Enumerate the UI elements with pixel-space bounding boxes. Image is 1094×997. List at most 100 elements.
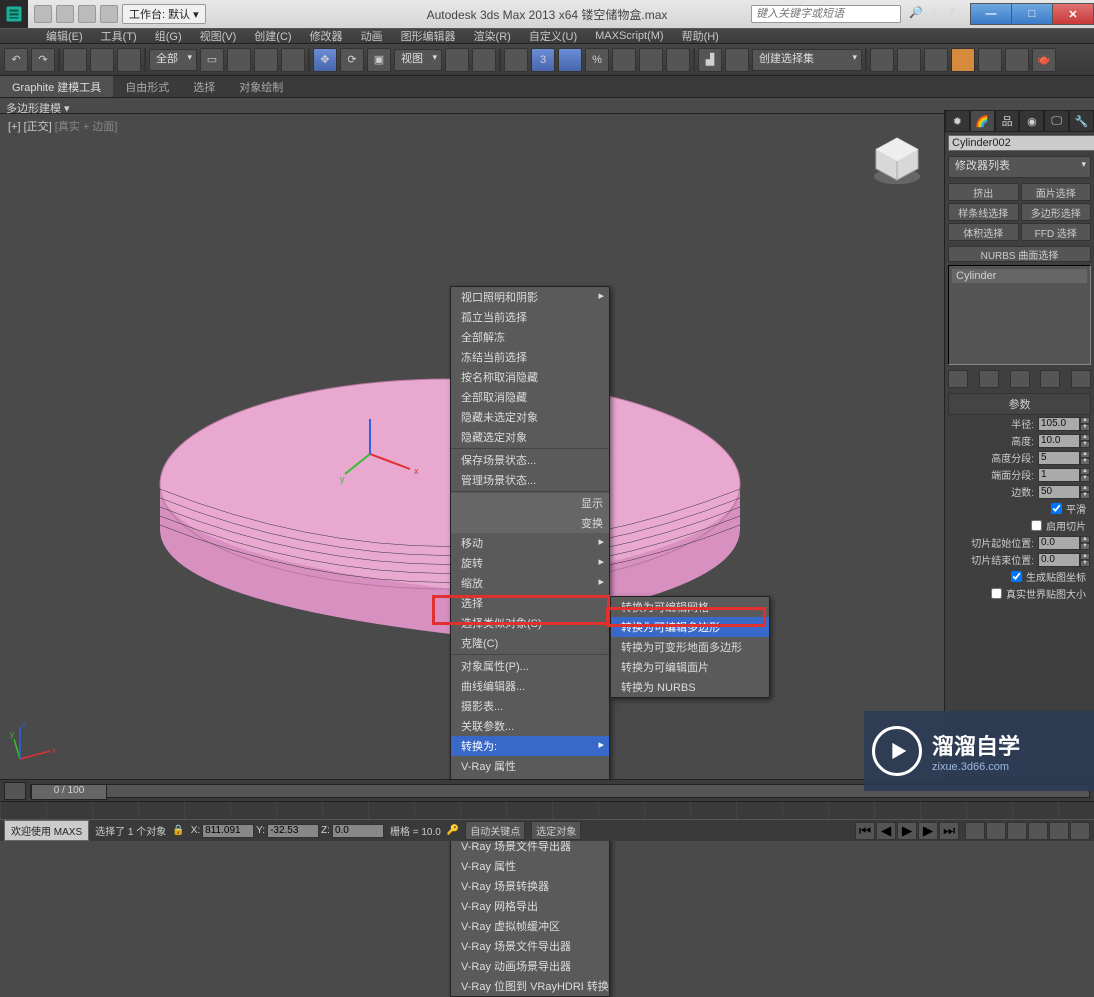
param-checkbox[interactable]: [1031, 520, 1042, 531]
fov-icon[interactable]: [1028, 822, 1048, 840]
modify-tab-icon[interactable]: 🌈: [970, 110, 995, 132]
menu-item[interactable]: 组(G): [149, 28, 188, 44]
params-rollout-header[interactable]: 参数: [948, 393, 1091, 415]
qat-btn[interactable]: [34, 5, 52, 23]
track-bar[interactable]: [0, 801, 1094, 819]
comm-icon[interactable]: ☆: [929, 6, 945, 22]
menu-item[interactable]: 保存场景状态...: [451, 450, 609, 470]
schematic-icon[interactable]: [924, 48, 948, 72]
menu-item[interactable]: V-Ray 动画场景导出器: [451, 956, 609, 976]
ribbon-tab[interactable]: 自由形式: [113, 76, 181, 97]
param-input[interactable]: [1038, 485, 1080, 499]
auto-key-button[interactable]: 自动关键点: [465, 821, 525, 840]
param-checkbox[interactable]: [1051, 503, 1062, 514]
named-sel-icon[interactable]: [666, 48, 690, 72]
select-region-icon[interactable]: [254, 48, 278, 72]
viewport-label[interactable]: [+] [正交] [真实 + 边面]: [8, 118, 117, 134]
ribbon-tab[interactable]: 对象绘制: [227, 76, 295, 97]
selected-dropdown[interactable]: 选定对象: [531, 821, 581, 840]
menubar[interactable]: 编辑(E)工具(T)组(G)视图(V)创建(C)修改器动画图形编辑器渲染(R)自…: [0, 28, 1094, 44]
ribbon-tab[interactable]: Graphite 建模工具: [0, 76, 113, 97]
quad-menu[interactable]: 视口照明和阴影孤立当前选择全部解冻冻结当前选择按名称取消隐藏全部取消隐藏隐藏未选…: [450, 286, 610, 997]
app-menu-icon[interactable]: [0, 0, 28, 28]
menu-item[interactable]: 按名称取消隐藏: [451, 367, 609, 387]
menu-item[interactable]: 全部取消隐藏: [451, 387, 609, 407]
menu-item[interactable]: 旋转: [451, 553, 609, 573]
ribbon-panel[interactable]: 多边形建模 ▾: [0, 98, 1094, 114]
modifier-preset-button[interactable]: 样条线选择: [948, 203, 1019, 221]
coord-z-input[interactable]: [332, 824, 384, 838]
align-icon[interactable]: [725, 48, 749, 72]
modifier-stack[interactable]: Cylinder: [948, 265, 1091, 365]
angle-snap-icon[interactable]: [558, 48, 582, 72]
redo-icon[interactable]: ↷: [31, 48, 55, 72]
maximize-viewport-icon[interactable]: [1070, 822, 1090, 840]
lock-selection-icon[interactable]: 🔒: [172, 825, 184, 836]
menu-item[interactable]: 曲线编辑器...: [451, 676, 609, 696]
menu-item[interactable]: 对象属性(P)...: [451, 656, 609, 676]
render-setup-icon[interactable]: [978, 48, 1002, 72]
named-selection-dropdown[interactable]: 创建选择集: [752, 49, 862, 71]
menu-item[interactable]: 缩放: [451, 573, 609, 593]
curve-editor-icon[interactable]: [897, 48, 921, 72]
menu-item[interactable]: V-Ray 属性: [451, 756, 609, 776]
menu-item[interactable]: V-Ray 位图到 VRayHDRI 转换: [451, 976, 609, 996]
menu-item[interactable]: 图形编辑器: [395, 28, 462, 44]
submenu-item[interactable]: 转换为可编辑网格: [611, 597, 769, 617]
menu-item[interactable]: V-Ray 属性: [451, 856, 609, 876]
search-input[interactable]: [751, 5, 901, 23]
menu-item[interactable]: 摄影表...: [451, 696, 609, 716]
workspace-selector[interactable]: 工作台: 默认 ▾: [122, 4, 206, 24]
zoom-extents-icon[interactable]: [1007, 822, 1027, 840]
maximize-button[interactable]: □: [1011, 3, 1053, 25]
qat-btn[interactable]: [100, 5, 118, 23]
timeline-button[interactable]: [4, 782, 26, 800]
next-frame-icon[interactable]: ▶: [918, 822, 938, 840]
menu-item[interactable]: 帮助(H): [676, 28, 725, 44]
menu-item[interactable]: V-Ray 场景文件导出器: [451, 936, 609, 956]
menu-item[interactable]: 自定义(U): [523, 28, 583, 44]
menu-item[interactable]: 隐藏选定对象: [451, 427, 609, 447]
create-tab-icon[interactable]: ✹: [945, 110, 970, 132]
ribbon-tab[interactable]: 选择: [181, 76, 227, 97]
menu-item[interactable]: 视口照明和阴影: [451, 287, 609, 307]
menu-item[interactable]: 冻结当前选择: [451, 347, 609, 367]
param-checkbox[interactable]: [991, 588, 1002, 599]
layers-icon[interactable]: [870, 48, 894, 72]
unlink-icon[interactable]: [90, 48, 114, 72]
menu-item[interactable]: V-Ray 场景转换器: [451, 876, 609, 896]
time-slider-thumb[interactable]: 0 / 100: [31, 784, 107, 800]
goto-start-icon[interactable]: ⏮: [855, 822, 875, 840]
object-name-input[interactable]: [948, 135, 1094, 151]
pivot-icon[interactable]: [445, 48, 469, 72]
menu-item[interactable]: V-Ray 虚拟帧缓冲区: [451, 916, 609, 936]
selection-filter[interactable]: 全部: [149, 49, 197, 71]
show-end-result-icon[interactable]: [979, 370, 999, 388]
viewcube[interactable]: [868, 132, 926, 190]
param-input[interactable]: [1038, 553, 1080, 567]
keyboard-shortcut-icon[interactable]: [504, 48, 528, 72]
menu-item[interactable]: MAXScript(M): [589, 30, 669, 42]
menu-item-convert[interactable]: 转换为:: [451, 736, 609, 756]
menu-item[interactable]: 选择: [451, 593, 609, 613]
render-icon[interactable]: 🫖: [1032, 48, 1056, 72]
minimize-button[interactable]: —: [970, 3, 1012, 25]
key-mode-icon[interactable]: 🔑: [447, 825, 459, 836]
snap-toggle-icon[interactable]: 3: [531, 48, 555, 72]
menu-item[interactable]: V-Ray 网格导出: [451, 896, 609, 916]
menu-item[interactable]: 孤立当前选择: [451, 307, 609, 327]
param-checkbox[interactable]: [1011, 571, 1022, 582]
utilities-tab-icon[interactable]: 🔧: [1069, 110, 1094, 132]
motion-tab-icon[interactable]: ◉: [1019, 110, 1044, 132]
modifier-preset-button[interactable]: 挤出: [948, 183, 1019, 201]
orbit-icon[interactable]: [1049, 822, 1069, 840]
modifier-preset-button[interactable]: 面片选择: [1021, 183, 1092, 201]
scale-icon[interactable]: ▣: [367, 48, 391, 72]
hierarchy-tab-icon[interactable]: 品: [995, 110, 1020, 132]
display-tab-icon[interactable]: 🖵: [1044, 110, 1069, 132]
configure-sets-icon[interactable]: [1071, 370, 1091, 388]
menu-item[interactable]: 克隆(C): [451, 633, 609, 653]
prev-frame-icon[interactable]: ◀: [876, 822, 896, 840]
menu-item[interactable]: 全部解冻: [451, 327, 609, 347]
param-input[interactable]: [1038, 451, 1080, 465]
